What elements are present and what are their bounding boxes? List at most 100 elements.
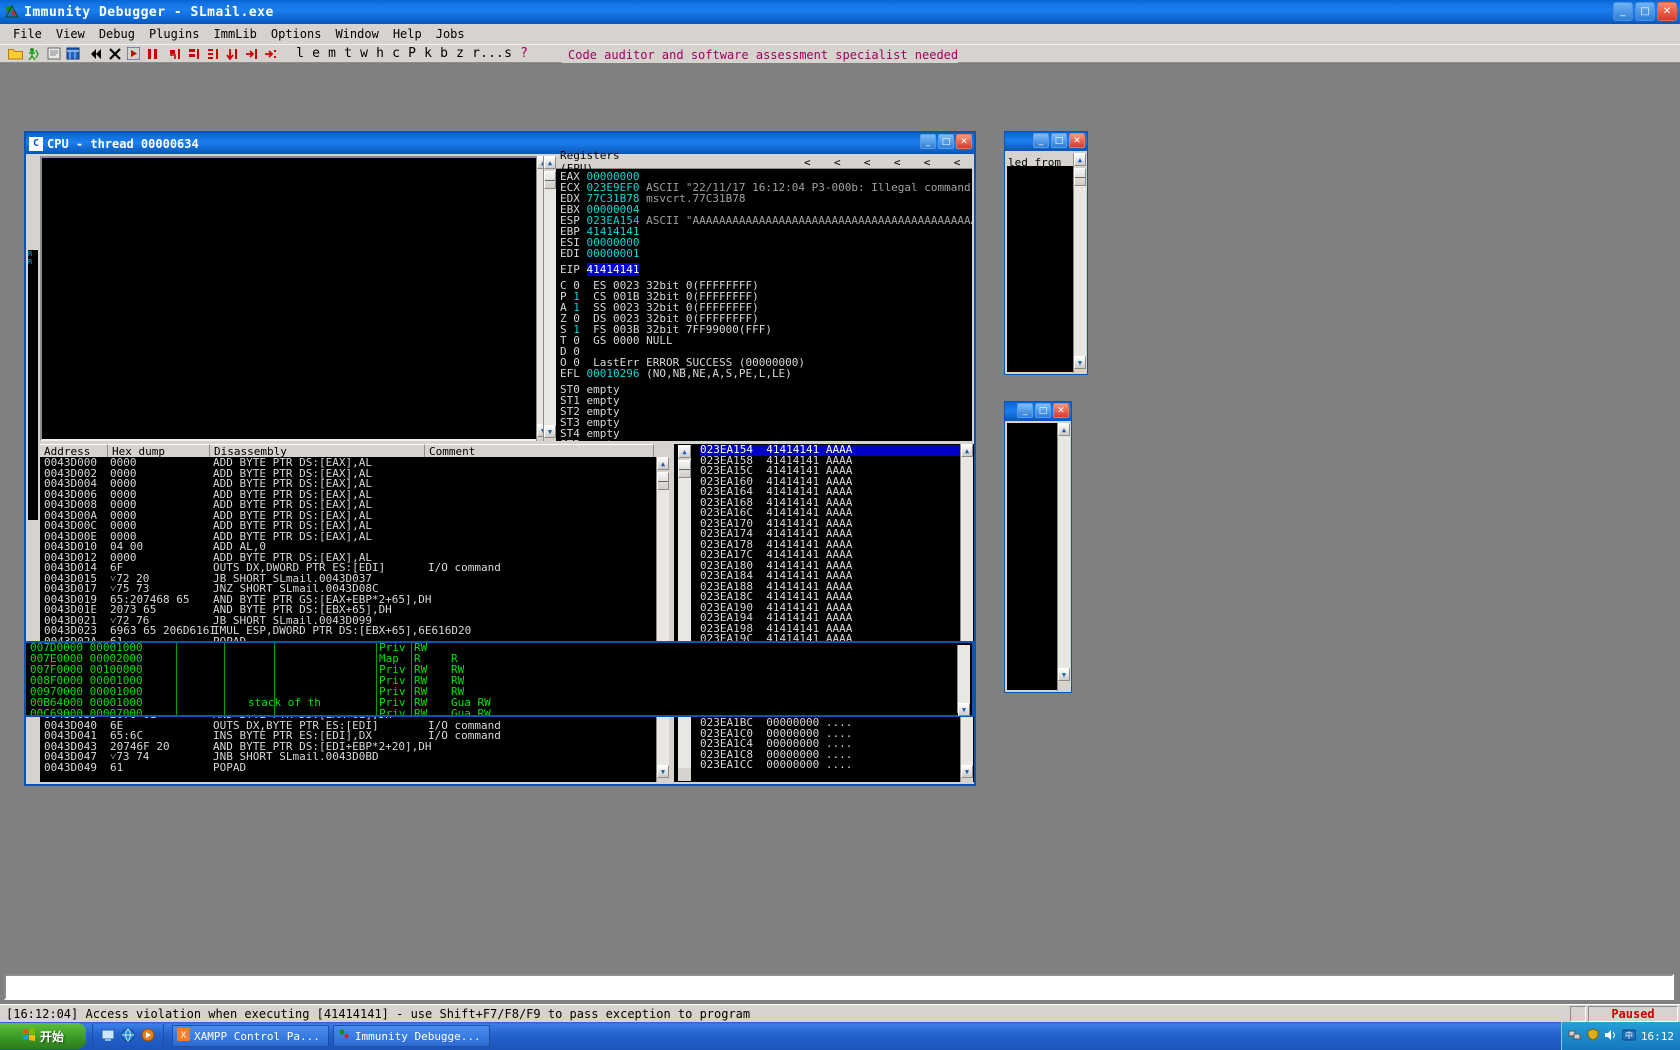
memory-map-pane[interactable]: 007D0000 00001000 007E0000 00002000 007F…: [26, 643, 972, 715]
cpu-code-pane[interactable]: [40, 156, 548, 441]
menu-item-window[interactable]: Window: [328, 26, 385, 42]
cpu-close-button[interactable]: ✕: [956, 134, 972, 149]
segment-selector[interactable]: 0000: [613, 334, 640, 347]
reg-chevron-6[interactable]: <: [942, 156, 972, 169]
bg2-scroll-track[interactable]: [1058, 436, 1070, 668]
toolbar-letter-k[interactable]: k: [420, 45, 436, 62]
toolbar-letter-c[interactable]: c: [388, 45, 404, 62]
reg-chevron-5[interactable]: <: [912, 156, 942, 169]
disassembly-pane[interactable]: 0043D000 0000 ADD BYTE PTR DS:[EAX],AL 004…: [40, 457, 656, 782]
dis-scroll-thumb[interactable]: [657, 472, 669, 490]
bg2-maximize-button[interactable]: □: [1035, 403, 1051, 418]
bg1-scroll-down-icon[interactable]: ▼: [1074, 356, 1086, 369]
efl-row[interactable]: EFL 00010296 (NO,NB,NE,A,S,PE,L,LE): [560, 368, 972, 379]
mm-scroll-track[interactable]: [958, 645, 970, 703]
toolbar-letter-b[interactable]: b: [436, 45, 452, 62]
toolbar-letter-z[interactable]: z: [452, 45, 468, 62]
cpu-minimize-button[interactable]: _: [920, 134, 936, 149]
st-row[interactable]: ST4 empty: [560, 428, 972, 439]
bg2-scroll-down-icon[interactable]: ▼: [1058, 668, 1070, 681]
register-row[interactable]: EDI 00000001: [560, 248, 972, 259]
input-method-icon[interactable]: 中: [1621, 1029, 1637, 1044]
animate-over-icon[interactable]: [224, 45, 241, 62]
st-row[interactable]: ST0 empty: [560, 384, 972, 395]
bg1-minimize-button[interactable]: _: [1033, 133, 1049, 148]
window-list-icon[interactable]: [64, 45, 81, 62]
restart-icon[interactable]: [87, 45, 104, 62]
toolbar-letter-w[interactable]: w: [356, 45, 372, 62]
toolbar-letter-m[interactable]: m: [324, 45, 340, 62]
stack-row[interactable]: 023EA1CC 00000000 ....: [700, 759, 960, 771]
bg2-minimize-button[interactable]: _: [1017, 403, 1033, 418]
bg2-close-button[interactable]: ✕: [1053, 403, 1069, 418]
menu-item-debug[interactable]: Debug: [92, 26, 142, 42]
reg-scroll-thumb[interactable]: [544, 171, 556, 189]
bg2-scroll-up-icon[interactable]: ▲: [1058, 423, 1070, 436]
col-header-comment[interactable]: Comment: [425, 444, 654, 458]
reg-chevron-4[interactable]: <: [882, 156, 912, 169]
register-row-eip[interactable]: EIP 41414141: [560, 263, 972, 276]
network-icon[interactable]: [1568, 1029, 1582, 1044]
reg-scroll-track[interactable]: [544, 189, 556, 425]
st-row[interactable]: ST3 empty: [560, 417, 972, 428]
reg-chevron-2[interactable]: <: [822, 156, 852, 169]
tray-clock[interactable]: 16:12: [1641, 1030, 1674, 1043]
stack-pane[interactable]: 023EA154 41414141 AAAA 023EA158 41414141…: [674, 444, 974, 782]
stack-left-scrollbar[interactable]: ▲: [678, 445, 691, 781]
reg-chevron-1[interactable]: <: [792, 156, 822, 169]
register-value[interactable]: 00000001: [587, 247, 640, 260]
stack-r-scroll-up-icon[interactable]: ▲: [961, 444, 973, 457]
menu-item-plugins[interactable]: Plugins: [142, 26, 207, 42]
toolbar-letter-help[interactable]: ?: [516, 45, 532, 62]
module-list-icon[interactable]: [45, 45, 62, 62]
toolbar-letter-e[interactable]: e: [308, 45, 324, 62]
media-icon[interactable]: [141, 1027, 155, 1046]
close-button[interactable]: ✕: [1657, 2, 1677, 21]
col-header-address[interactable]: Address: [40, 444, 108, 458]
memory-map-scrollbar[interactable]: ▼: [957, 645, 970, 716]
efl-value[interactable]: 00010296: [587, 367, 640, 380]
taskbar-task-immunity[interactable]: Immunity Debugge...: [332, 1025, 490, 1047]
toolbar-letter-s[interactable]: s: [500, 45, 516, 62]
disassembly-row[interactable]: 0043D049 61 POPAD: [44, 762, 656, 774]
memory-map-row[interactable]: 00C69000 00007000: [30, 708, 143, 715]
reg-chevron-3[interactable]: <: [852, 156, 882, 169]
volume-icon[interactable]: [1604, 1029, 1617, 1044]
stack-r-scroll-down-icon[interactable]: ▼: [961, 765, 973, 778]
animate-into-icon[interactable]: [205, 45, 222, 62]
dis-scroll-track[interactable]: [657, 490, 669, 765]
stack-right-scrollbar[interactable]: ▲ ▼: [960, 444, 973, 782]
background-window-2[interactable]: _ □ ✕ ▲ ▼: [1004, 401, 1072, 693]
bg1-scroll-up-icon[interactable]: ▲: [1074, 153, 1086, 166]
menu-item-view[interactable]: View: [49, 26, 92, 42]
menu-item-help[interactable]: Help: [386, 26, 429, 42]
disassembly-scrollbar[interactable]: ▲ ▼: [656, 457, 669, 782]
flag-row[interactable]: T 0 GS 0000 NULL: [560, 335, 972, 346]
terminate-icon[interactable]: [106, 45, 123, 62]
bg1-scroll-track[interactable]: [1074, 186, 1086, 356]
start-button[interactable]: 开始: [0, 1023, 86, 1049]
dis-scroll-up-icon[interactable]: ▲: [657, 457, 669, 470]
st-row[interactable]: ST1 empty: [560, 395, 972, 406]
menu-item-immlib[interactable]: ImmLib: [207, 26, 264, 42]
bg1-scroll-thumb[interactable]: [1074, 168, 1086, 186]
reg-scroll-down-icon[interactable]: ▼: [544, 425, 556, 438]
cpu-maximize-button[interactable]: □: [938, 134, 954, 149]
toolbar-letter-t[interactable]: t: [340, 45, 356, 62]
toolbar-letter-l[interactable]: l: [292, 45, 308, 62]
cpu-registers-pane[interactable]: Registers (FPU) < < < < < < EAX 00000000…: [556, 149, 972, 441]
minimize-button[interactable]: _: [1613, 2, 1633, 21]
execute-till-return-icon[interactable]: [243, 45, 260, 62]
step-over-icon[interactable]: [186, 45, 203, 62]
registers-scrollbar[interactable]: ▲ ▼: [543, 156, 556, 441]
background-window-1[interactable]: _ □ ✕ led from ▲ ▼: [1004, 131, 1088, 375]
taskbar-task-xampp[interactable]: X XAMPP Control Pa...: [172, 1025, 329, 1047]
bg1-close-button[interactable]: ✕: [1069, 133, 1085, 148]
mm-scroll-down-icon[interactable]: ▼: [958, 703, 970, 716]
col-header-disassembly[interactable]: Disassembly: [210, 444, 425, 458]
browser-icon[interactable]: [121, 1027, 135, 1046]
stack-r-scroll-track[interactable]: [961, 457, 973, 765]
bg2-scrollbar[interactable]: ▲ ▼: [1057, 423, 1070, 691]
show-desktop-icon[interactable]: [101, 1027, 115, 1046]
stack-scroll-track[interactable]: [678, 478, 691, 768]
